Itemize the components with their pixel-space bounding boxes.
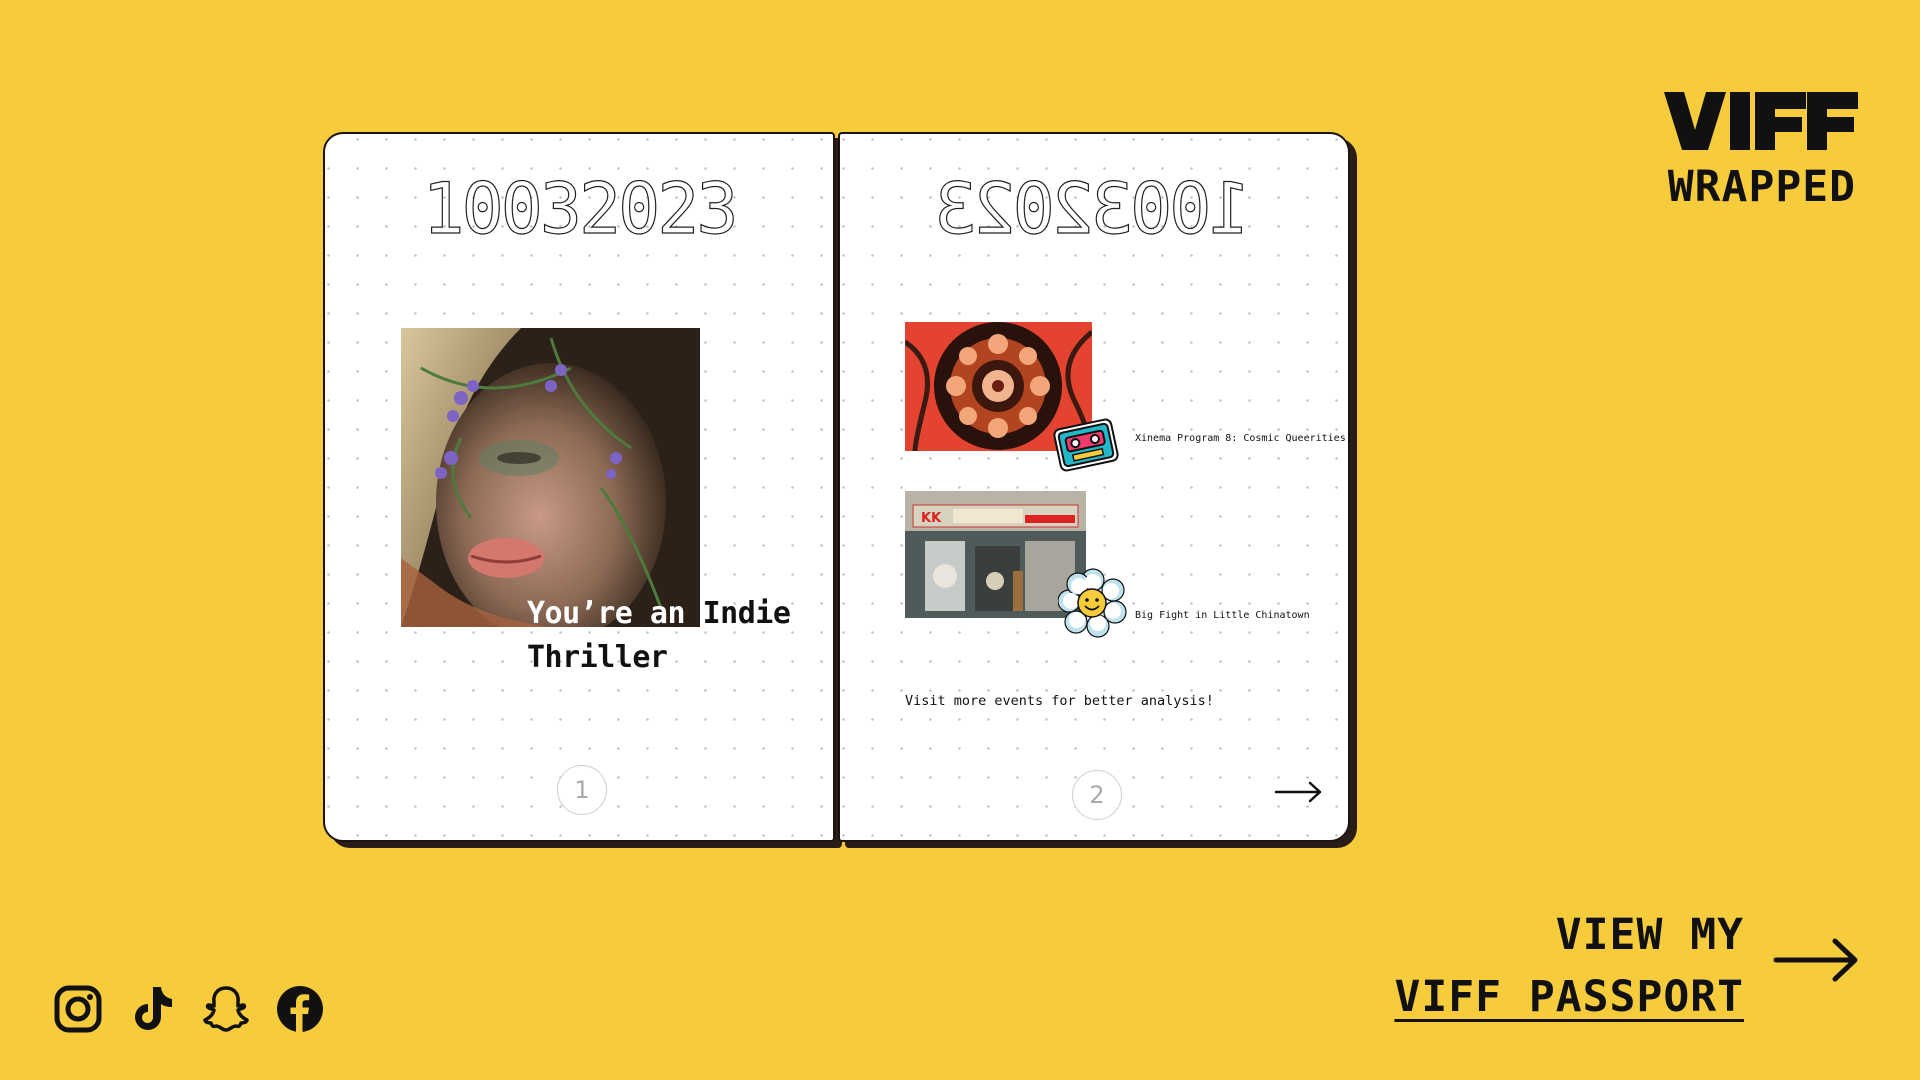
page-date: 10032023 (422, 167, 739, 250)
visit-more-note: Visit more events for better analysis! (905, 693, 1214, 709)
arrow-right-icon[interactable] (1773, 935, 1861, 985)
page-number: 1 (557, 765, 607, 815)
brand-logo: WRAPPED (1662, 92, 1858, 212)
cassette-tape-sticker (1053, 412, 1119, 482)
genre-highlight: You’re an (527, 596, 686, 631)
facebook-icon[interactable] (275, 984, 325, 1034)
snapchat-icon[interactable] (201, 984, 251, 1034)
wrapped-subtitle: WRAPPED (1667, 162, 1856, 212)
event-title[interactable]: Xinema Program 8: Cosmic Queerities (1135, 433, 1346, 444)
cta-line-2: VIFF PASSPORT (1394, 972, 1744, 1022)
book-page-2: 10032023 Xinema Program 8: Cosmic Queeri… (838, 132, 1350, 842)
cta-line-1: VIEW MY (1555, 910, 1744, 960)
arrow-right-icon[interactable] (1274, 780, 1324, 804)
page-date-mirrored: 10032023 (937, 167, 1251, 250)
social-links (53, 984, 325, 1034)
instagram-icon[interactable] (53, 984, 103, 1034)
smiley-flower-sticker (1057, 568, 1128, 642)
view-passport-link[interactable]: VIEW MY VIFF PASSPORT (1394, 904, 1744, 1028)
genre-result: You’re an Indie Thriller (527, 592, 827, 680)
wrapped-book: 10032023 You’re an Indie Thriller 1 1003… (323, 132, 1356, 847)
tiktok-icon[interactable] (127, 984, 177, 1034)
viff-logo (1664, 92, 1858, 150)
page-number: 2 (1072, 770, 1122, 820)
svg-text:KK: KK (921, 511, 942, 526)
portrait-with-flowers-image (401, 328, 700, 627)
book-page-1: 10032023 You’re an Indie Thriller 1 (323, 132, 835, 842)
event-title[interactable]: Big Fight in Little Chinatown (1135, 610, 1310, 621)
